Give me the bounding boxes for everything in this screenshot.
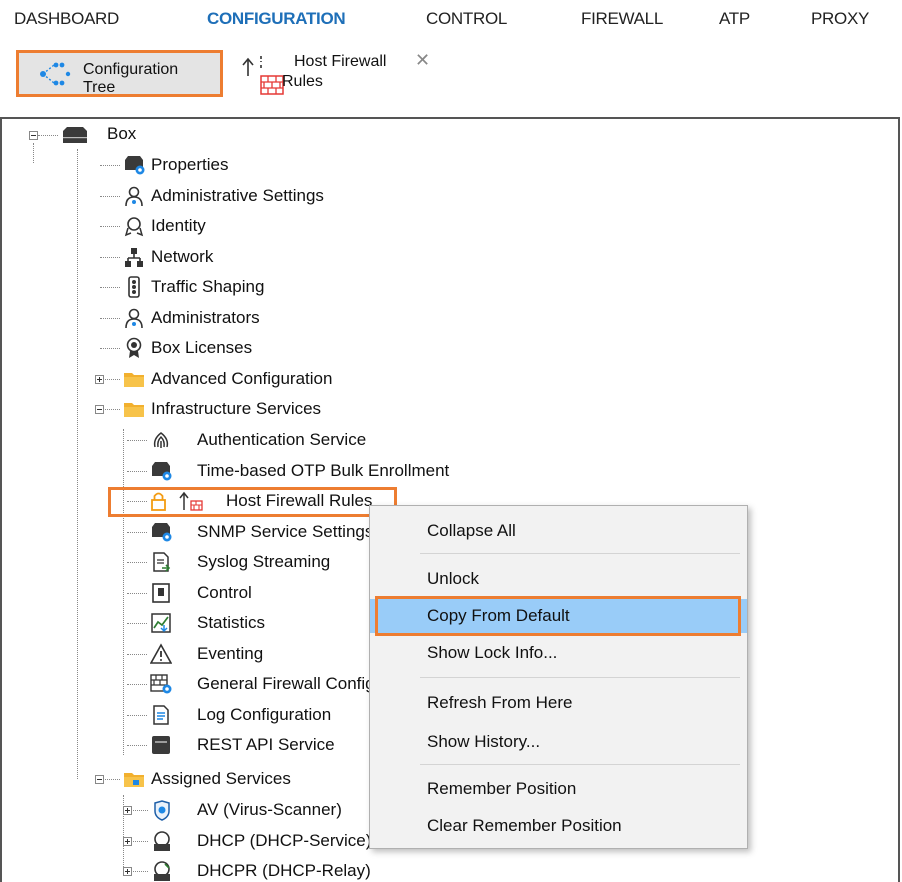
top-navigation: DASHBOARD CONFIGURATION CONTROL FIREWALL…: [0, 0, 902, 44]
rest-api-icon: [152, 736, 170, 754]
configuration-tree-label-line2: Tree: [83, 79, 116, 96]
configuration-tree-label-line1: Configuration: [83, 61, 179, 78]
advanced-configuration-toggle[interactable]: [95, 374, 104, 384]
assigned-folder-icon: [124, 773, 144, 787]
admin-settings-icon: [125, 186, 143, 206]
eventing-icon: [150, 642, 172, 664]
copy-from-default-highlight: [375, 596, 741, 636]
menu-item-collapse-all[interactable]: Collapse All: [370, 514, 747, 548]
av-icon: [154, 800, 170, 821]
tab-dashboard[interactable]: DASHBOARD: [14, 9, 119, 29]
menu-item-refresh-from-here[interactable]: Refresh From Here: [370, 686, 747, 720]
license-icon: [126, 337, 142, 358]
firewall-icon: [260, 75, 284, 95]
av-virus-scanner-toggle[interactable]: [123, 806, 132, 815]
statistics-icon: [151, 613, 171, 633]
menu-separator: [420, 677, 740, 678]
menu-item-clear-remember-position[interactable]: Clear Remember Position: [370, 809, 747, 843]
dhcp-icon: [154, 830, 170, 851]
otp-icon: [152, 461, 172, 480]
close-icon[interactable]: ✕: [415, 50, 430, 71]
menu-separator: [420, 764, 740, 765]
dhcpr-icon: [154, 861, 170, 881]
host-firewall-rules-tab[interactable]: Host Firewall Rules ✕: [240, 50, 460, 100]
context-menu: Collapse All Unlock Copy From Default Sh…: [369, 505, 748, 849]
folder-icon: [124, 372, 144, 387]
menu-item-show-lock-info[interactable]: Show Lock Info...: [370, 636, 747, 670]
host-firewall-label-line2: Rules: [282, 73, 323, 90]
syslog-icon: [153, 552, 171, 572]
tab-control[interactable]: CONTROL: [426, 9, 507, 29]
toolbar: Configuration Tree Host Firewall Rules ✕: [0, 44, 902, 116]
log-config-icon: [153, 704, 169, 725]
fingerprint-icon: [153, 432, 169, 448]
host-firewall-rules-highlight: [108, 487, 397, 517]
menu-separator: [420, 553, 740, 554]
menu-item-show-history[interactable]: Show History...: [370, 725, 747, 759]
identity-icon: [124, 217, 144, 237]
tree-icon: [40, 62, 71, 86]
configuration-tree-button[interactable]: Configuration Tree: [16, 50, 223, 97]
menu-item-unlock[interactable]: Unlock: [370, 562, 747, 596]
properties-icon: [125, 156, 145, 175]
tab-configuration[interactable]: CONFIGURATION: [207, 9, 346, 29]
traffic-icon: [128, 276, 140, 298]
infrastructure-services-toggle[interactable]: [95, 405, 104, 414]
tab-firewall[interactable]: FIREWALL: [581, 9, 663, 29]
dhcp-service-toggle[interactable]: [123, 836, 132, 846]
administrators-icon: [125, 308, 143, 328]
network-icon: [125, 247, 143, 267]
general-fw-icon: [150, 674, 172, 694]
assigned-services-toggle[interactable]: [95, 775, 104, 784]
folder-icon: [124, 403, 144, 417]
control-icon: [152, 582, 170, 603]
host-firewall-label-line1: Host Firewall: [294, 53, 387, 70]
box-icon: [63, 127, 87, 143]
box-collapse-toggle[interactable]: [29, 131, 38, 140]
tab-atp[interactable]: ATP: [719, 9, 750, 29]
snmp-icon: [152, 522, 172, 541]
dhcpr-relay-toggle[interactable]: [123, 867, 132, 876]
tab-proxy[interactable]: PROXY: [811, 9, 869, 29]
menu-item-remember-position[interactable]: Remember Position: [370, 772, 747, 806]
